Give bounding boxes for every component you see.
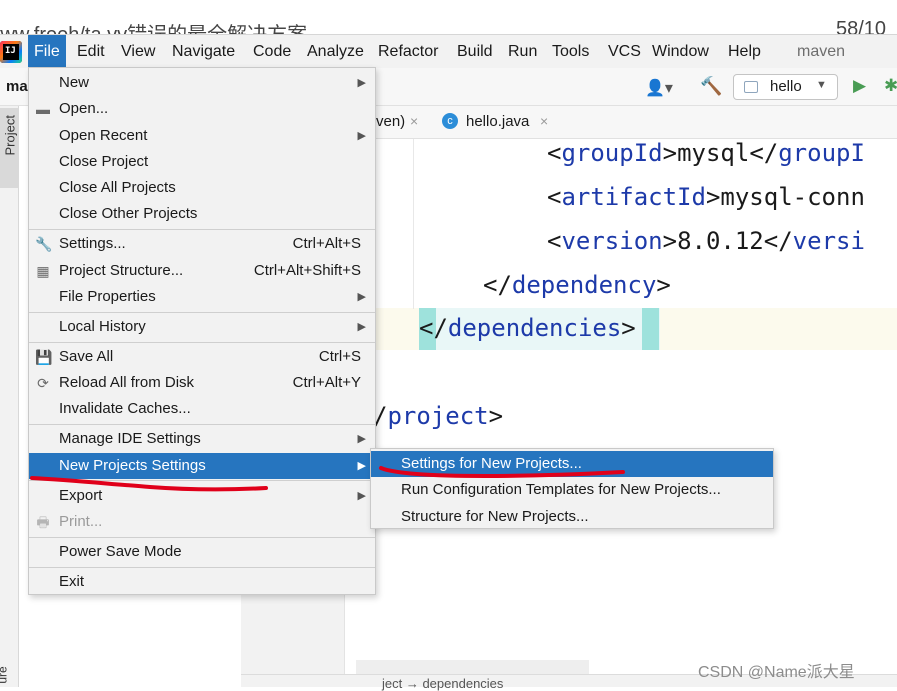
- menu-item-file-properties[interactable]: File Properties ▶: [29, 284, 375, 310]
- run-play-icon[interactable]: ▶: [853, 76, 866, 96]
- menu-item-manage-ide-settings[interactable]: Manage IDE Settings ▶: [29, 426, 375, 452]
- editor-horizontal-scrollbar[interactable]: [356, 660, 589, 674]
- java-class-icon: c: [442, 113, 458, 129]
- structure-tool-tab-label[interactable]: ure: [0, 666, 10, 683]
- code-line-dependency-close: </dependency>: [483, 271, 671, 299]
- browser-page-title: www.freeh/ta.vv错误的最全解决方案: [0, 18, 307, 34]
- menu-edit[interactable]: Edit: [77, 41, 105, 63]
- submenu-arrow-icon: ▶: [357, 77, 366, 89]
- menu-window[interactable]: Window: [652, 41, 709, 63]
- menu-file[interactable]: File: [28, 35, 66, 69]
- wrench-icon: 🔧: [35, 236, 53, 252]
- browser-title-strip: www.freeh/ta.vv错误的最全解决方案 58/10: [0, 0, 897, 34]
- red-underline-annotation: [30, 476, 268, 492]
- left-tool-strip: [0, 106, 19, 687]
- run-config-label: hello: [770, 78, 802, 95]
- run-configuration-select[interactable]: hello ▼: [733, 74, 838, 100]
- menu-item-exit[interactable]: Exit: [29, 569, 375, 595]
- menu-separator: [29, 342, 375, 343]
- user-account-icon[interactable]: 👤▾: [645, 78, 673, 98]
- menu-run[interactable]: Run: [508, 41, 537, 63]
- submenu-arrow-icon: ▶: [357, 433, 366, 445]
- editor-tab-hello-java[interactable]: hello.java: [466, 113, 529, 130]
- print-icon: 🖶: [36, 514, 50, 530]
- code-line-dependencies-close: </dependencies>: [419, 314, 636, 342]
- project-title: maven: [797, 43, 846, 60]
- menu-vcs[interactable]: VCS: [608, 41, 641, 63]
- close-tab-icon[interactable]: ×: [410, 113, 418, 129]
- menu-separator: [29, 424, 375, 425]
- menu-item-open-recent[interactable]: Open Recent ▶: [29, 123, 375, 149]
- code-line-project-close: /project>: [373, 402, 504, 430]
- code-line-version: <version>8.0.12</versi: [547, 227, 865, 255]
- project-breadcrumb[interactable]: ma: [6, 78, 28, 95]
- menu-item-project-structure[interactable]: ▦ Project Structure... Ctrl+Alt+Shift+S: [29, 258, 375, 284]
- submenu-arrow-icon: ▶: [357, 490, 366, 502]
- menu-help[interactable]: Help: [728, 41, 761, 63]
- page-indicator: 58/10: [836, 18, 887, 34]
- menu-separator: [29, 229, 375, 230]
- menu-navigate[interactable]: Navigate: [172, 41, 235, 63]
- submenu-arrow-icon: ▶: [357, 460, 366, 472]
- editor-tab-pom[interactable]: ven): [376, 113, 405, 130]
- menu-item-local-history[interactable]: Local History ▶: [29, 314, 375, 340]
- debug-bug-icon[interactable]: ✱: [884, 76, 897, 96]
- submenu-item-structure-for-new-projects[interactable]: Structure for New Projects...: [371, 504, 773, 530]
- menu-bar: IJ File Edit View Navigate Code Analyze …: [0, 34, 897, 69]
- menu-item-reload-all[interactable]: ⟳ Reload All from Disk Ctrl+Alt+Y: [29, 370, 375, 396]
- file-menu-dropdown: New ▶ ▬ Open... Open Recent ▶ Close Project…: [28, 67, 376, 595]
- menu-code[interactable]: Code: [253, 41, 291, 63]
- submenu-arrow-icon: ▶: [357, 321, 366, 333]
- folder-icon: ▬: [36, 101, 50, 117]
- submenu-arrow-icon: ▶: [357, 130, 366, 142]
- code-line-groupid: <groupId>mysql</groupI: [547, 139, 865, 167]
- menu-view[interactable]: View: [121, 41, 155, 63]
- editor-tab-bar: ven) × c hello.java ×: [376, 106, 897, 139]
- build-hammer-icon[interactable]: 🔨: [700, 76, 722, 97]
- project-tool-tab-label: Project: [2, 115, 18, 156]
- menu-refactor[interactable]: Refactor: [378, 41, 438, 63]
- menu-separator: [29, 537, 375, 538]
- menu-item-new[interactable]: New ▶: [29, 70, 375, 96]
- menu-item-close-all-projects[interactable]: Close All Projects: [29, 175, 375, 201]
- menu-item-invalidate-caches[interactable]: Invalidate Caches...: [29, 396, 375, 422]
- watermark: CSDN @Name派大星: [698, 664, 855, 681]
- menu-item-power-save-mode[interactable]: Power Save Mode: [29, 539, 375, 565]
- breadcrumb[interactable]: ject → dependencies: [382, 676, 503, 691]
- code-line-artifactid: <artifactId>mysql-conn: [547, 183, 865, 211]
- save-icon: 💾: [35, 349, 53, 365]
- menu-analyze[interactable]: Analyze: [307, 41, 364, 63]
- menu-item-close-project[interactable]: Close Project: [29, 149, 375, 175]
- menu-item-save-all[interactable]: 💾 Save All Ctrl+S: [29, 344, 375, 370]
- run-config-icon: [744, 81, 758, 93]
- intellij-logo-icon: IJ: [0, 41, 22, 63]
- submenu-arrow-icon: ▶: [357, 291, 366, 303]
- menu-item-open[interactable]: ▬ Open...: [29, 96, 375, 122]
- menu-tools[interactable]: Tools: [552, 41, 589, 63]
- menu-item-print: 🖶 Print...: [36, 513, 103, 530]
- reload-icon: ⟳: [37, 375, 49, 391]
- menu-separator: [29, 567, 375, 568]
- close-tab-icon[interactable]: ×: [540, 113, 548, 129]
- project-structure-icon: ▦: [36, 263, 50, 279]
- menu-item-close-other-projects[interactable]: Close Other Projects: [29, 201, 375, 227]
- menu-build[interactable]: Build: [457, 41, 493, 63]
- brace-match-right: [642, 308, 659, 350]
- red-underline-annotation: [379, 466, 625, 479]
- chevron-down-icon: ▼: [816, 79, 827, 91]
- menu-item-settings[interactable]: 🔧 Settings... Ctrl+Alt+S: [29, 231, 375, 257]
- indent-guide: [413, 139, 414, 309]
- menu-separator: [29, 312, 375, 313]
